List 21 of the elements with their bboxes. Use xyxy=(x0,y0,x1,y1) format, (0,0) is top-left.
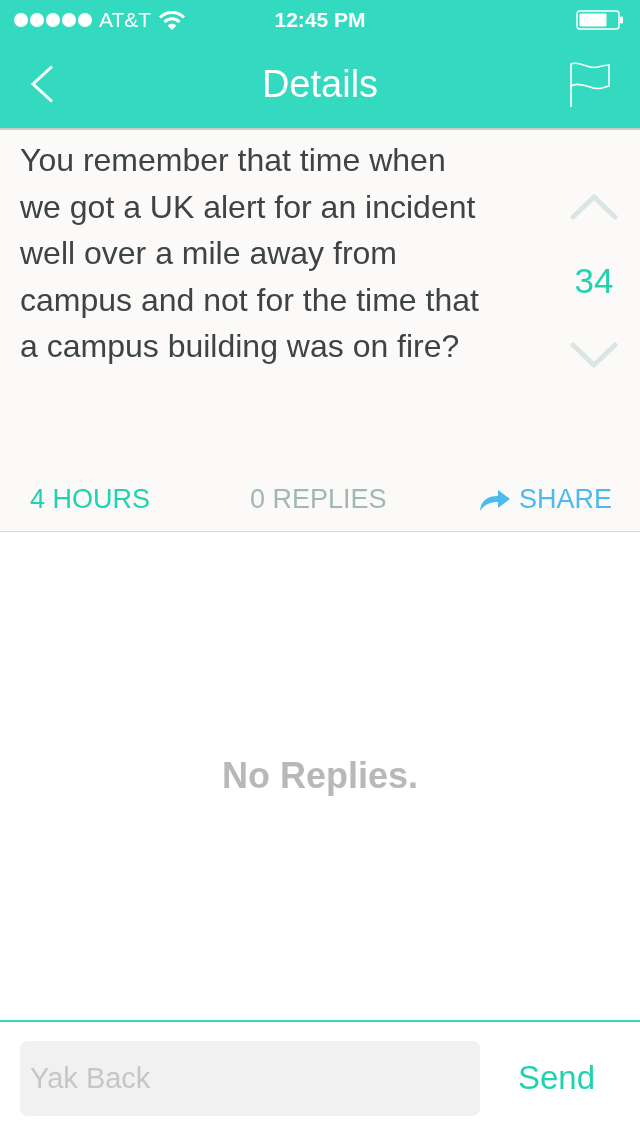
post-text: You remember that time when we got a UK alert for an incident well over a mile away from campus and not for the time that a campus building was on fire? xyxy=(20,141,480,366)
empty-state-text: No Replies. xyxy=(221,754,419,798)
back-chevron-icon xyxy=(30,65,54,103)
post-age: 4 HOURS xyxy=(30,482,152,516)
report-button[interactable] xyxy=(570,61,612,107)
down-chevron-icon xyxy=(570,342,618,368)
upvote-button[interactable] xyxy=(568,193,620,221)
downvote-button[interactable] xyxy=(568,341,620,369)
share-button[interactable]: SHARE xyxy=(478,478,612,520)
share-arrow-icon xyxy=(478,487,511,511)
up-chevron-icon xyxy=(570,194,618,220)
carrier-name: AT&T xyxy=(99,7,152,34)
signal-strength-icon xyxy=(14,12,94,28)
flag-icon xyxy=(570,61,610,107)
battery-icon xyxy=(576,10,623,30)
vote-count: 34 xyxy=(574,261,614,301)
wifi-icon xyxy=(159,10,186,30)
reply-count: 0 REPLIES xyxy=(250,482,387,516)
page-title: Details xyxy=(261,61,379,107)
status-time: 12:45 PM xyxy=(274,7,366,34)
send-button[interactable]: Send xyxy=(517,1053,595,1103)
